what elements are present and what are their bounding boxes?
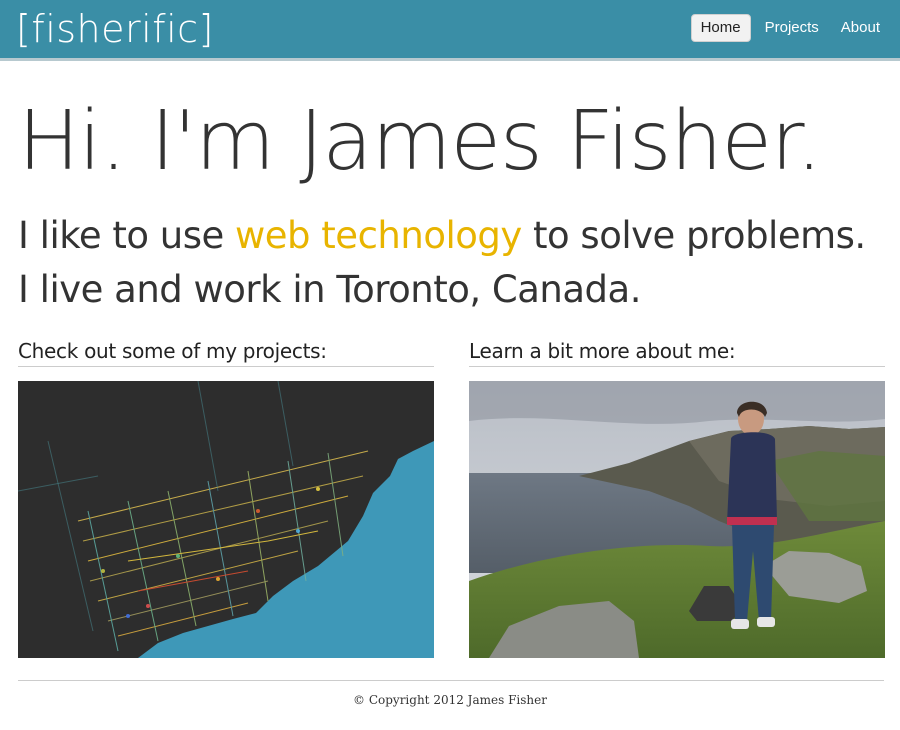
footer-copyright: © Copyright 2012 James Fisher xyxy=(353,693,547,707)
cliff-photo-image xyxy=(469,381,885,658)
brand-logo-link[interactable]: [fisherific] xyxy=(16,4,214,54)
nav-projects-link[interactable]: Projects xyxy=(757,14,827,42)
about-section: Learn a bit more about me: xyxy=(469,336,885,658)
tagline-text-end: to solve problems. xyxy=(521,214,866,257)
footer-divider xyxy=(18,680,884,681)
nav-home-link[interactable]: Home xyxy=(690,14,751,42)
top-navbar: [fisherific] Home Projects About xyxy=(0,0,900,61)
projects-map-image-link[interactable] xyxy=(18,381,434,658)
hero-tagline: I like to use web technology to solve pr… xyxy=(18,210,866,262)
toronto-streets-map-image xyxy=(18,381,434,658)
hero-location: I live and work in Toronto, Canada. xyxy=(18,268,641,311)
projects-heading: Check out some of my projects: xyxy=(18,336,434,367)
tagline-accent: web technology xyxy=(235,214,522,257)
about-photo-image-link[interactable] xyxy=(469,381,885,658)
about-heading: Learn a bit more about me: xyxy=(469,336,885,367)
hero-title: Hi. I'm James Fisher. xyxy=(18,94,822,189)
tagline-text-start: I like to use xyxy=(18,214,236,257)
projects-section: Check out some of my projects: xyxy=(18,336,434,658)
main-nav: Home Projects About xyxy=(690,14,888,42)
nav-about-link[interactable]: About xyxy=(833,14,888,42)
